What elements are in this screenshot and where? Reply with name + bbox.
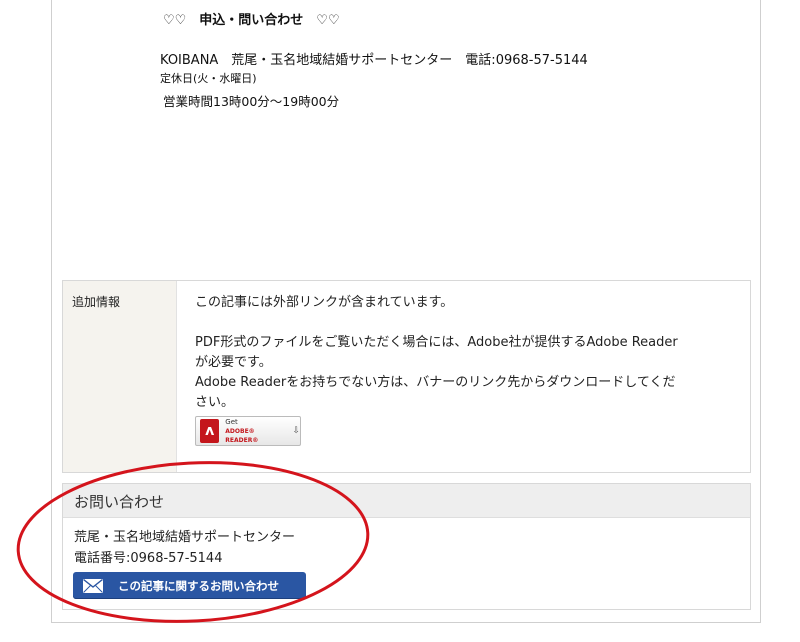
additional-info-body: この記事には外部リンクが含まれています。 PDF形式のファイルをご覧いただく場合… (177, 281, 750, 472)
inquiry-phone: 電話番号:0968-57-5144 (74, 551, 223, 566)
pdf-note-line1: PDF形式のファイルをご覧いただく場合には、Adobe社が提供するAdobe R… (195, 335, 678, 350)
external-link-note: この記事には外部リンクが含まれています。 (195, 295, 454, 310)
inquiry-header: お問い合わせ (63, 484, 750, 518)
adobe-pdf-icon: ᴧ (200, 419, 220, 443)
additional-info-label: 追加情報 (63, 281, 177, 472)
inquiry-section: お問い合わせ 荒尾・玉名地域結婚サポートセンター 電話番号:0968-57-51… (62, 483, 751, 610)
adobe-banner-text: Get ADOBE® READER® (225, 418, 287, 445)
business-hours: 営業時間13時00分～19時00分 (163, 94, 340, 109)
article-inquiry-button[interactable]: この記事に関するお問い合わせ (73, 572, 306, 599)
article-inquiry-button-label: この記事に関するお問い合わせ (118, 578, 279, 593)
get-adobe-reader-banner[interactable]: ᴧ Get ADOBE® READER® ⇩ (195, 416, 301, 446)
inquiry-organization: 荒尾・玉名地域結婚サポートセンター (74, 530, 296, 545)
adobe-banner-get: Get (225, 417, 238, 426)
download-note-line1: Adobe Readerをお持ちでない方は、バナーのリンク先からダウンロードして… (195, 375, 676, 390)
additional-info-table: 追加情報 この記事には外部リンクが含まれています。 PDF形式のファイルをご覧い… (62, 280, 751, 473)
pdf-note-line2: が必要です。 (195, 355, 272, 370)
closed-days: 定休日(火・水曜日) (160, 72, 257, 85)
download-arrow-icon: ⇩ (292, 426, 300, 436)
adobe-banner-product: ADOBE® READER® (225, 427, 259, 444)
center-contact-line: KOIBANA 荒尾・玉名地域結婚サポートセンター 電話:0968-57-514… (160, 53, 588, 68)
application-heading: ♡♡ 申込・問い合わせ ♡♡ (163, 13, 340, 28)
download-note-line2: さい。 (195, 395, 235, 410)
mail-icon (83, 578, 103, 593)
